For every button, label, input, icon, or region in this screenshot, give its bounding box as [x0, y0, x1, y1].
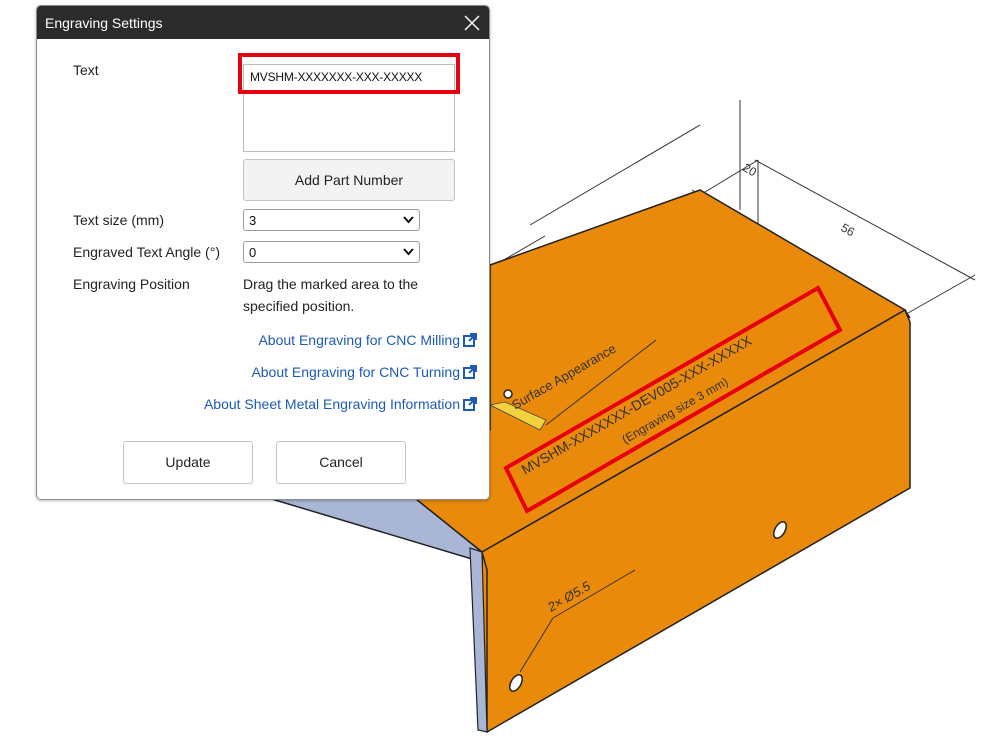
- angle-select[interactable]: 0: [243, 241, 420, 263]
- position-label: Engraving Position: [73, 276, 190, 292]
- dim-20: 20: [741, 160, 760, 179]
- link-cnc-milling[interactable]: About Engraving for CNC Milling: [258, 332, 477, 348]
- position-desc-line1: Drag the marked area to the: [243, 276, 419, 292]
- dialog-title-bar: Engraving Settings: [37, 6, 489, 39]
- angle-label: Engraved Text Angle (°): [73, 244, 220, 260]
- text-label: Text: [73, 62, 99, 78]
- link-cnc-milling-label: About Engraving for CNC Milling: [258, 332, 460, 348]
- chevron-down-icon: [403, 248, 414, 256]
- text-input-highlight: [238, 53, 460, 94]
- external-link-icon: [463, 365, 477, 379]
- engraving-settings-dialog: Engraving Settings Text MVSHM-XXXXXXX-XX…: [36, 5, 490, 500]
- close-icon[interactable]: [461, 12, 483, 34]
- cancel-button[interactable]: Cancel: [276, 441, 406, 484]
- link-sheet-metal-label: About Sheet Metal Engraving Information: [203, 396, 460, 412]
- hole-top: [503, 389, 513, 399]
- position-desc-line2: specified position.: [243, 298, 355, 314]
- chevron-down-icon: [403, 216, 414, 224]
- dialog-title: Engraving Settings: [45, 15, 163, 31]
- update-button[interactable]: Update: [123, 441, 253, 484]
- link-cnc-turning-label: About Engraving for CNC Turning: [251, 364, 460, 380]
- external-link-icon: [463, 333, 477, 347]
- text-size-label: Text size (mm): [73, 212, 164, 228]
- external-link-icon: [463, 397, 477, 411]
- text-size-select[interactable]: 3: [243, 209, 420, 231]
- link-cnc-turning[interactable]: About Engraving for CNC Turning: [251, 364, 477, 380]
- angle-value: 0: [249, 245, 257, 260]
- text-size-value: 3: [249, 213, 257, 228]
- link-sheet-metal[interactable]: About Sheet Metal Engraving Information: [204, 396, 477, 412]
- dim-56: 56: [839, 220, 858, 239]
- add-part-number-button[interactable]: Add Part Number: [243, 159, 455, 201]
